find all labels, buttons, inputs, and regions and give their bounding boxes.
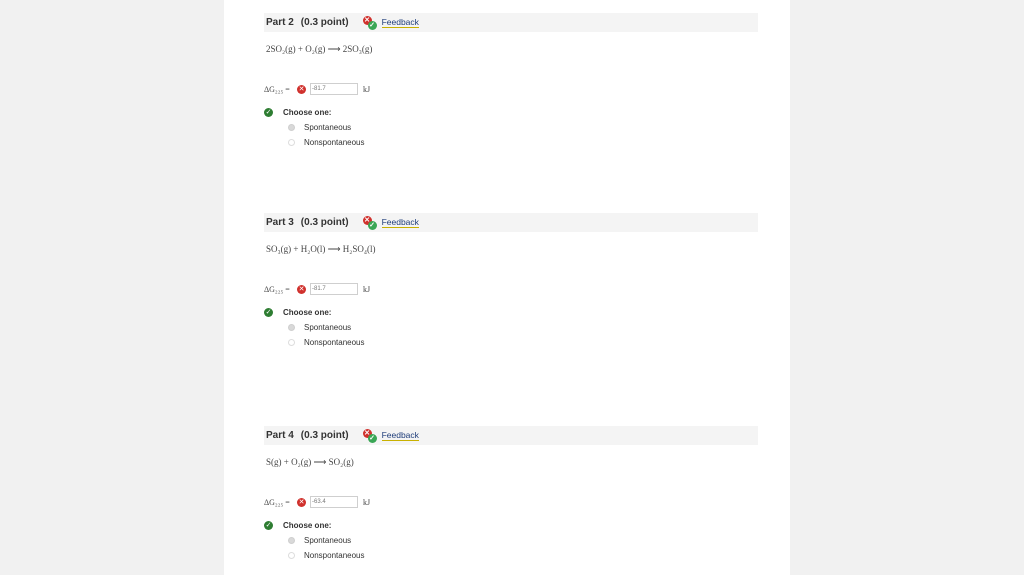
delta-g-label: ΔG₂₂₅ = <box>264 284 290 294</box>
x-circle-icon: ✕ <box>297 497 306 507</box>
delta-g-input[interactable]: -81.7 <box>310 283 358 295</box>
option-label: Nonspontaneous <box>304 551 365 560</box>
check-circle-icon: ✓ <box>264 108 273 117</box>
reaction-equation: S(g) + O₂(g) ⟶ SO₂(g) <box>266 457 354 467</box>
radio-button[interactable] <box>288 552 295 559</box>
choose-label: Choose one: <box>283 308 332 317</box>
delta-g-row: ΔG₂₂₅ = ✕ -63.4 kJ <box>264 496 758 508</box>
option-label: Spontaneous <box>304 323 352 332</box>
part-points: (0.3 point) <box>300 17 349 28</box>
feedback-link[interactable]: Feedback <box>381 17 419 28</box>
radio-button[interactable] <box>288 537 295 544</box>
radio-button[interactable] <box>288 124 295 131</box>
option-label: Nonspontaneous <box>304 138 365 147</box>
feedback-icon: ✕ ✓ <box>362 15 377 30</box>
part-points: (0.3 point) <box>300 430 349 441</box>
choose-row: ✓ Choose one: <box>264 108 758 117</box>
check-circle-icon: ✓ <box>264 308 273 317</box>
feedback-link[interactable]: Feedback <box>381 430 419 441</box>
option-nonspontaneous[interactable]: Nonspontaneous <box>288 551 758 560</box>
x-circle-icon: ✕ <box>297 284 306 294</box>
option-spontaneous[interactable]: Spontaneous <box>288 536 758 545</box>
part-4-section: Part 4 (0.3 point) ✕ ✓ Feedback S(g) + O₂… <box>264 426 758 560</box>
option-label: Spontaneous <box>304 536 352 545</box>
radio-button[interactable] <box>288 139 295 146</box>
delta-g-input[interactable]: -63.4 <box>310 496 358 508</box>
choose-row: ✓ Choose one: <box>264 521 758 530</box>
delta-g-label: ΔG₂₂₅ = <box>264 497 290 507</box>
part-2-section: Part 2 (0.3 point) ✕ ✓ Feedback 2SO₂(g) +… <box>264 13 758 147</box>
x-circle-icon: ✕ <box>297 84 306 94</box>
check-circle-icon: ✓ <box>264 521 273 530</box>
option-label: Nonspontaneous <box>304 338 365 347</box>
part-title: Part 4 <box>266 430 294 441</box>
delta-g-input[interactable]: -81.7 <box>310 83 358 95</box>
choose-label: Choose one: <box>283 108 332 117</box>
part-points: (0.3 point) <box>300 217 349 228</box>
delta-g-row: ΔG₂₂₅ = ✕ -81.7 kJ <box>264 283 758 295</box>
option-nonspontaneous[interactable]: Nonspontaneous <box>288 338 758 347</box>
reaction-equation: 2SO₂(g) + O₂(g) ⟶ 2SO₃(g) <box>266 44 373 54</box>
part-header: Part 3 (0.3 point) ✕ ✓ Feedback <box>264 213 758 232</box>
reaction-equation: SO₃(g) + H₂O(l) ⟶ H₂SO₄(l) <box>266 244 376 254</box>
choose-label: Choose one: <box>283 521 332 530</box>
part-header: Part 4 (0.3 point) ✕ ✓ Feedback <box>264 426 758 445</box>
feedback-icon: ✕ ✓ <box>362 428 377 443</box>
option-nonspontaneous[interactable]: Nonspontaneous <box>288 138 758 147</box>
option-spontaneous[interactable]: Spontaneous <box>288 323 758 332</box>
delta-g-row: ΔG₂₂₅ = ✕ -81.7 kJ <box>264 83 758 95</box>
radio-button[interactable] <box>288 324 295 331</box>
feedback-link[interactable]: Feedback <box>381 217 419 228</box>
unit-label: kJ <box>363 284 371 294</box>
delta-g-label: ΔG₂₂₅ = <box>264 84 290 94</box>
part-header: Part 2 (0.3 point) ✕ ✓ Feedback <box>264 13 758 32</box>
radio-button[interactable] <box>288 339 295 346</box>
unit-label: kJ <box>363 84 371 94</box>
part-title: Part 3 <box>266 217 294 228</box>
choose-row: ✓ Choose one: <box>264 308 758 317</box>
option-label: Spontaneous <box>304 123 352 132</box>
part-3-section: Part 3 (0.3 point) ✕ ✓ Feedback SO₃(g) + … <box>264 213 758 347</box>
unit-label: kJ <box>363 497 371 507</box>
feedback-icon: ✕ ✓ <box>362 215 377 230</box>
option-spontaneous[interactable]: Spontaneous <box>288 123 758 132</box>
assignment-page: Part 2 (0.3 point) ✕ ✓ Feedback 2SO₂(g) +… <box>224 0 790 575</box>
part-title: Part 2 <box>266 17 294 28</box>
